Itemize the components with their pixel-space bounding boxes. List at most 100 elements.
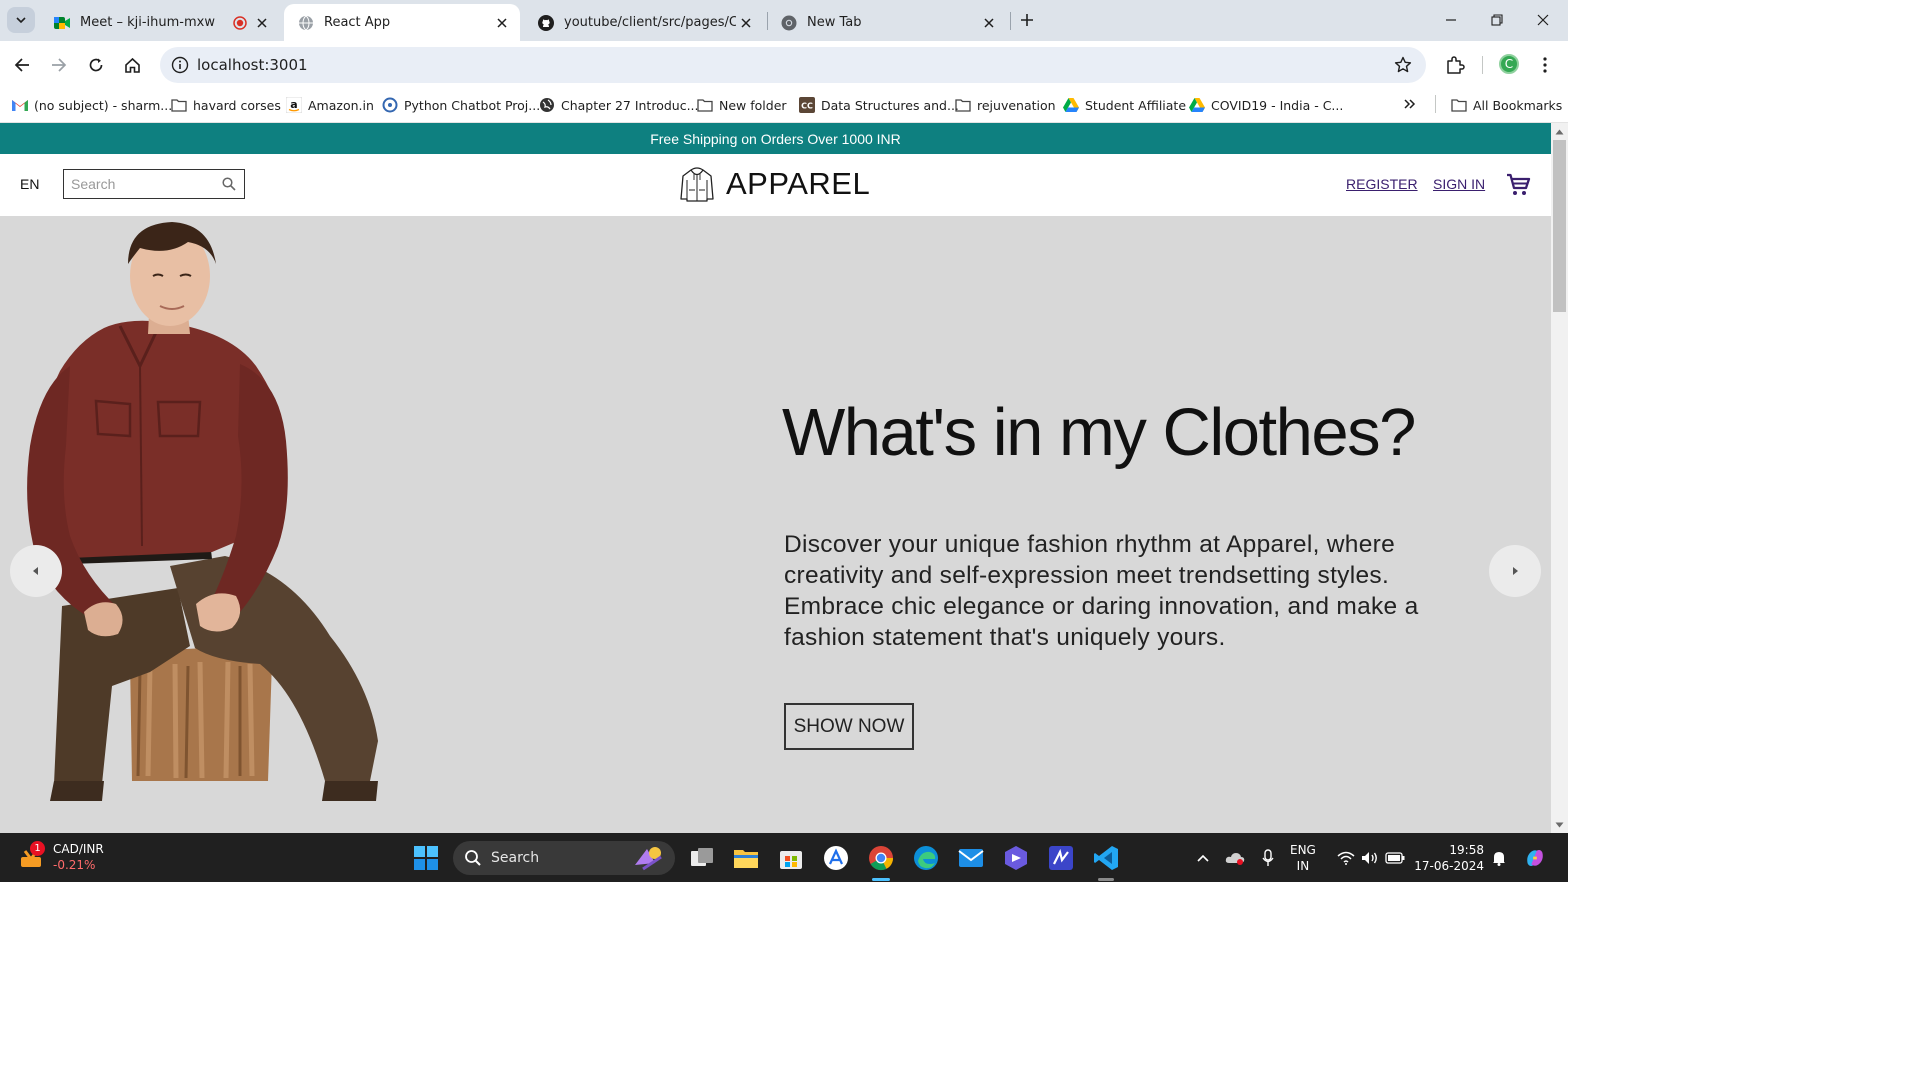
file-explorer-button[interactable] xyxy=(728,840,764,876)
reload-button[interactable] xyxy=(80,49,112,81)
site-info-icon[interactable] xyxy=(166,51,194,79)
close-icon xyxy=(1537,14,1549,26)
battery-icon[interactable] xyxy=(1384,847,1406,869)
bookmark-item[interactable]: Chapter 27 Introduc... xyxy=(539,94,699,116)
copilot-tray-icon[interactable] xyxy=(1524,847,1546,869)
search-input[interactable] xyxy=(64,171,214,197)
copilot-button[interactable] xyxy=(998,840,1034,876)
announcement-text: Free Shipping on Orders Over 1000 INR xyxy=(650,130,901,147)
currency-chart-icon: 1 xyxy=(17,841,45,871)
taskbar-search[interactable]: Search xyxy=(453,841,675,875)
running-indicator xyxy=(872,878,890,881)
show-now-button[interactable]: SHOW NOW xyxy=(784,703,914,750)
browser-toolbar: localhost:3001 C xyxy=(0,41,1568,88)
arrow-left-icon xyxy=(32,566,40,576)
tab-react-app[interactable]: React App xyxy=(284,4,520,41)
chrome-icon xyxy=(868,845,894,871)
slider-prev-button[interactable] xyxy=(10,545,62,597)
web-page: Free Shipping on Orders Over 1000 INR EN xyxy=(0,123,1551,833)
restore-button[interactable] xyxy=(1474,6,1520,34)
close-window-button[interactable] xyxy=(1520,6,1566,34)
bookmarks-overflow-icon[interactable] xyxy=(1400,94,1420,114)
bookmark-folder[interactable]: New folder xyxy=(697,94,787,116)
forward-button[interactable] xyxy=(43,49,75,81)
task-view-icon xyxy=(690,847,714,869)
home-button[interactable] xyxy=(116,49,148,81)
search-icon[interactable] xyxy=(220,175,238,193)
globe-icon xyxy=(539,97,555,113)
vscode-button[interactable] xyxy=(1088,840,1124,876)
bookmark-item[interactable]: CC Data Structures and... xyxy=(799,94,959,116)
page-scrollbar[interactable] xyxy=(1551,123,1568,833)
github-icon xyxy=(538,14,554,31)
microphone-icon[interactable] xyxy=(1257,847,1279,869)
clock-date: 17-06-2024 xyxy=(1414,859,1484,873)
extensions-icon[interactable] xyxy=(1441,52,1469,78)
tab-github[interactable]: youtube/client/src/pages/Cart.js xyxy=(524,4,764,41)
copilot-icon xyxy=(1003,845,1029,871)
wifi-icon[interactable] xyxy=(1335,847,1357,869)
close-icon[interactable] xyxy=(492,13,512,33)
scroll-up-icon[interactable] xyxy=(1555,127,1564,136)
bookmark-folder[interactable]: rejuvenation xyxy=(955,94,1056,116)
bookmark-folder[interactable]: havard corses xyxy=(171,94,281,116)
scrollbar-thumb[interactable] xyxy=(1553,140,1566,312)
bookmark-label: Student Affiliate xyxy=(1085,97,1187,113)
chrome-button[interactable] xyxy=(863,840,899,876)
task-view-button[interactable] xyxy=(684,840,720,876)
bookmark-label: rejuvenation xyxy=(977,97,1056,113)
gmail-icon xyxy=(12,97,28,113)
slider-next-button[interactable] xyxy=(1489,545,1541,597)
show-hidden-icons[interactable] xyxy=(1192,847,1214,869)
brand-logo[interactable]: APPAREL xyxy=(680,164,870,204)
close-icon[interactable] xyxy=(736,13,756,33)
recording-icon xyxy=(230,13,250,33)
folder-icon xyxy=(733,847,759,869)
mail-button[interactable] xyxy=(953,840,989,876)
bookmark-star-icon[interactable] xyxy=(1392,54,1414,76)
chrome-icon xyxy=(781,15,797,31)
system-clock[interactable]: 19:58 17-06-2024 xyxy=(1410,842,1484,874)
tab-new-tab[interactable]: New Tab xyxy=(767,4,1007,41)
back-button[interactable] xyxy=(6,49,38,81)
bookmark-item[interactable]: COVID19 - India - C... xyxy=(1189,94,1343,116)
notification-bell-icon[interactable] xyxy=(1488,847,1510,869)
widget-change: -0.21% xyxy=(53,858,96,872)
lang-line-1: ENG xyxy=(1290,843,1316,857)
address-bar[interactable]: localhost:3001 xyxy=(160,47,1426,83)
bookmark-item[interactable]: (no subject) - sharm... xyxy=(12,94,172,116)
language-selector[interactable]: EN xyxy=(20,176,39,192)
microsoft-store-button[interactable] xyxy=(773,840,809,876)
app-icon xyxy=(1048,845,1074,871)
profile-avatar[interactable]: C xyxy=(1499,54,1519,74)
hoodie-logo-icon xyxy=(680,166,714,202)
shopping-cart-icon[interactable] xyxy=(1505,172,1531,198)
scroll-down-icon[interactable] xyxy=(1555,820,1564,829)
close-icon[interactable] xyxy=(979,13,999,33)
tab-search-button[interactable] xyxy=(7,7,35,33)
new-tab-button[interactable] xyxy=(1017,10,1037,30)
edge-button[interactable] xyxy=(908,840,944,876)
arrow-right-icon xyxy=(1511,566,1519,576)
all-bookmarks-button[interactable]: All Bookmarks xyxy=(1451,94,1562,116)
running-indicator xyxy=(1098,878,1114,881)
editor-app-button[interactable] xyxy=(1043,840,1079,876)
bookmark-item[interactable]: Student Affiliate xyxy=(1063,94,1186,116)
chevron-up-icon xyxy=(1197,854,1209,862)
minimize-button[interactable] xyxy=(1428,6,1474,34)
volume-icon[interactable] xyxy=(1359,847,1381,869)
menu-kebab-icon[interactable] xyxy=(1534,54,1556,76)
sign-in-link[interactable]: SIGN IN xyxy=(1433,176,1485,192)
app-button[interactable] xyxy=(818,840,854,876)
currency-widget[interactable]: 1 CAD/INR -0.21% xyxy=(17,839,104,875)
start-button[interactable] xyxy=(408,840,444,876)
bookmark-item[interactable]: a Amazon.in xyxy=(286,94,374,116)
close-icon[interactable] xyxy=(252,13,272,33)
taskbar-search-label: Search xyxy=(491,850,540,866)
register-link[interactable]: REGISTER xyxy=(1346,176,1418,192)
bookmark-item[interactable]: Python Chatbot Proj... xyxy=(382,94,540,116)
tab-meet[interactable]: Meet – kji-ihum-mxw xyxy=(40,4,280,41)
tab-separator xyxy=(1010,12,1011,30)
onedrive-icon[interactable] xyxy=(1224,847,1246,869)
input-language-indicator[interactable]: ENG IN xyxy=(1290,842,1316,874)
